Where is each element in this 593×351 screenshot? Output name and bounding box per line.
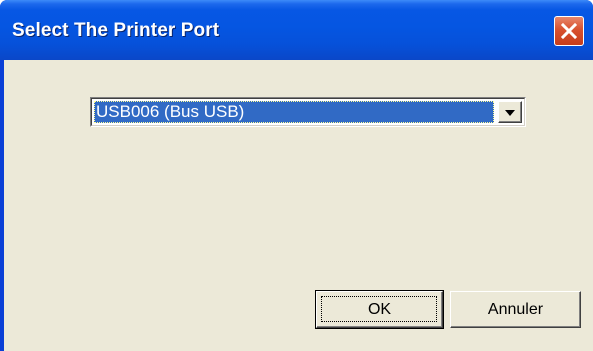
title-bar[interactable]: Select The Printer Port <box>0 0 593 60</box>
window-title: Select The Printer Port <box>12 20 220 41</box>
dropdown-button[interactable] <box>498 101 522 123</box>
chevron-down-icon <box>505 103 515 121</box>
dialog-window: Select The Printer Port USB006 (Bus USB) <box>0 0 593 351</box>
dialog-body: USB006 (Bus USB) OK Annuler <box>4 60 593 351</box>
cancel-button-label: Annuler <box>487 300 544 318</box>
ok-button-label: OK <box>367 300 392 318</box>
close-button[interactable] <box>554 16 584 46</box>
printer-port-selected-value: USB006 (Bus USB) <box>94 101 494 123</box>
printer-port-select-frame: USB006 (Bus USB) <box>91 98 525 126</box>
cancel-button[interactable]: Annuler <box>450 291 581 328</box>
ok-button[interactable]: OK <box>315 290 444 329</box>
printer-port-select[interactable]: USB006 (Bus USB) <box>90 97 526 127</box>
close-icon <box>560 22 578 40</box>
